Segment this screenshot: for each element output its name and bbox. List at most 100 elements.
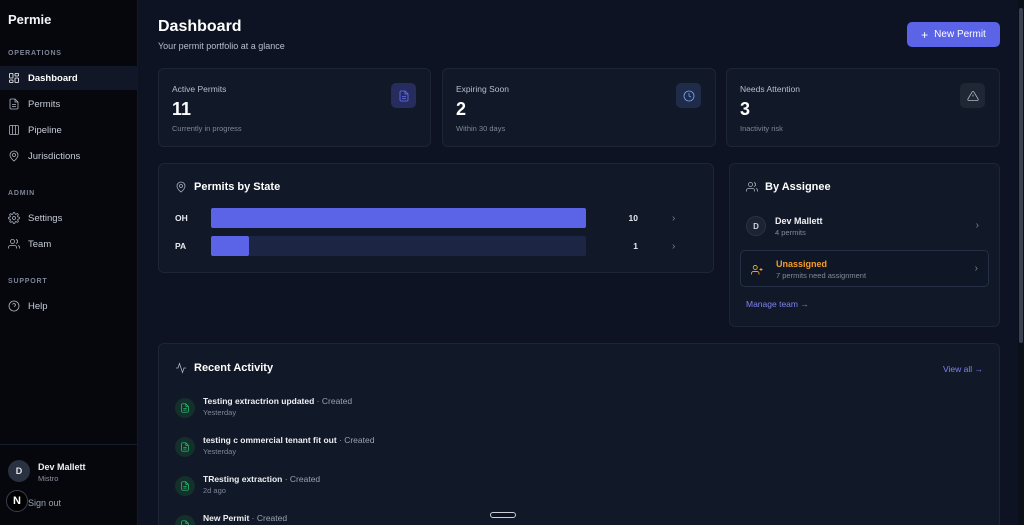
sidebar: Permie OPERATIONS Dashboard Permits Pipe… <box>0 0 138 525</box>
permits-by-state-card: Permits by State OH 10 › PA 1 › <box>158 163 714 273</box>
help-circle-icon <box>8 300 20 312</box>
stat-card-active[interactable]: Active Permits 11 Currently in progress <box>158 68 431 147</box>
activity-verb: · Created <box>249 513 288 523</box>
activity-verb: · Created <box>314 396 353 406</box>
state-bar-fill <box>211 236 249 256</box>
map-pin-icon <box>176 181 186 193</box>
sign-out-link[interactable]: Sign out <box>28 498 61 508</box>
by-assignee-card: By Assignee D Dev Mallett 4 permits › Un… <box>729 163 1000 327</box>
drag-handle[interactable] <box>490 512 516 518</box>
sidebar-item-team[interactable]: Team <box>0 232 138 256</box>
activity-name: testing c ommercial tenant fit out <box>203 435 337 445</box>
grid-icon <box>9 73 19 83</box>
state-code: OH <box>175 213 188 223</box>
activity-item[interactable]: testing c ommercial tenant fit out · Cre… <box>175 435 575 465</box>
map-pin-icon <box>9 150 19 162</box>
new-permit-label: New Permit <box>934 29 986 40</box>
assignee-sub: 4 permits <box>775 228 806 237</box>
sidebar-item-label: Permits <box>28 98 61 110</box>
stat-card-expiring[interactable]: Expiring Soon 2 Within 30 days <box>442 68 716 147</box>
state-count: 10 <box>628 213 638 223</box>
main-content: Dashboard Your permit portfolio at a gla… <box>138 0 1024 525</box>
scroll-thumb[interactable] <box>1019 8 1023 343</box>
sidebar-item-label: Help <box>28 300 48 312</box>
sidebar-item-pipeline[interactable]: Pipeline <box>0 118 138 142</box>
plus-icon: + <box>921 27 929 42</box>
activity-icon <box>176 362 186 374</box>
gear-icon <box>8 212 20 224</box>
permits-by-state-title: Permits by State <box>175 181 280 193</box>
sidebar-divider <box>0 444 138 445</box>
scrollbar[interactable] <box>1018 0 1024 525</box>
section-label-admin: ADMIN <box>8 190 35 197</box>
stat-label: Active Permits <box>172 84 227 94</box>
activity-title: TResting extraction · Created <box>203 474 320 484</box>
activity-time: Yesterday <box>203 408 237 417</box>
activity-title: New Permit · Created <box>203 513 287 523</box>
stat-card-attention[interactable]: Needs Attention 3 Inactivity risk <box>726 68 1000 147</box>
sidebar-item-dashboard[interactable]: Dashboard <box>0 66 138 90</box>
file-icon <box>175 515 195 525</box>
state-bar-track <box>211 236 586 256</box>
activity-name: TResting extraction <box>203 474 283 484</box>
stat-sub: Within 30 days <box>456 124 506 133</box>
assignee-row-unassigned[interactable]: Unassigned 7 permits need assignment › <box>740 250 989 287</box>
stat-label: Needs Attention <box>740 84 801 94</box>
chevron-right-icon: › <box>974 263 978 274</box>
avatar[interactable]: D <box>8 460 30 482</box>
file-icon <box>175 476 195 496</box>
activity-verb: · Created <box>336 435 375 445</box>
assignee-sub: 7 permits need assignment <box>776 271 867 280</box>
activity-verb: · Created <box>282 474 321 484</box>
stat-value: 3 <box>740 99 751 119</box>
user-name: Dev Mallett <box>38 462 86 472</box>
stat-value: 11 <box>172 99 192 119</box>
sidebar-item-label: Jurisdictions <box>28 150 81 162</box>
stat-sub: Inactivity risk <box>740 124 783 133</box>
view-all-link[interactable]: View all → <box>943 364 983 374</box>
state-bar-track <box>211 208 586 228</box>
page-title: Dashboard <box>158 18 242 35</box>
stat-sub: Currently in progress <box>172 124 242 133</box>
avatar: D <box>746 216 766 236</box>
card-title-text: Recent Activity <box>194 362 274 374</box>
activity-name: New Permit <box>203 513 250 523</box>
sidebar-item-help[interactable]: Help <box>0 294 138 318</box>
section-label-support: SUPPORT <box>8 278 48 285</box>
activity-item[interactable]: TResting extraction · Created 2d ago <box>175 474 575 504</box>
clock-icon <box>676 83 701 108</box>
manage-team-link[interactable]: Manage team → <box>746 299 809 309</box>
sidebar-item-settings[interactable]: Settings <box>0 206 138 230</box>
columns-icon <box>9 125 19 135</box>
file-icon <box>175 398 195 418</box>
new-permit-button[interactable]: + New Permit <box>907 22 1000 47</box>
assignee-name: Unassigned <box>776 259 828 269</box>
section-label-operations: OPERATIONS <box>8 50 62 57</box>
warning-icon <box>960 83 985 108</box>
activity-time: Yesterday <box>203 447 237 456</box>
app-brand[interactable]: Permie <box>8 12 51 27</box>
n-badge-icon[interactable]: N <box>6 490 28 512</box>
users-icon <box>8 239 20 249</box>
recent-activity-title: Recent Activity <box>175 362 273 374</box>
sidebar-item-jurisdictions[interactable]: Jurisdictions <box>0 144 138 168</box>
state-row-oh[interactable]: OH 10 › <box>175 208 700 228</box>
sidebar-item-label: Pipeline <box>28 124 62 136</box>
state-row-pa[interactable]: PA 1 › <box>175 236 700 256</box>
sidebar-item-permits[interactable]: Permits <box>0 92 138 116</box>
activity-title: testing c ommercial tenant fit out · Cre… <box>203 435 374 445</box>
state-code: PA <box>175 241 187 251</box>
file-icon <box>391 83 416 108</box>
assignee-row-dev-mallett[interactable]: D Dev Mallett 4 permits › <box>740 208 989 245</box>
chevron-right-icon: › <box>672 240 676 252</box>
activity-title: Testing extractrion updated · Created <box>203 396 352 406</box>
file-icon <box>175 437 195 457</box>
activity-name: Testing extractrion updated <box>203 396 315 406</box>
assignee-name: Dev Mallett <box>775 216 823 226</box>
activity-item[interactable]: Testing extractrion updated · Created Ye… <box>175 396 575 426</box>
sidebar-item-label: Settings <box>28 212 63 224</box>
recent-activity-card: Recent Activity View all → Testing extra… <box>158 343 1000 525</box>
page-subtitle: Your permit portfolio at a glance <box>158 41 285 51</box>
chevron-right-icon: › <box>975 220 979 231</box>
card-title-text: By Assignee <box>765 181 831 193</box>
